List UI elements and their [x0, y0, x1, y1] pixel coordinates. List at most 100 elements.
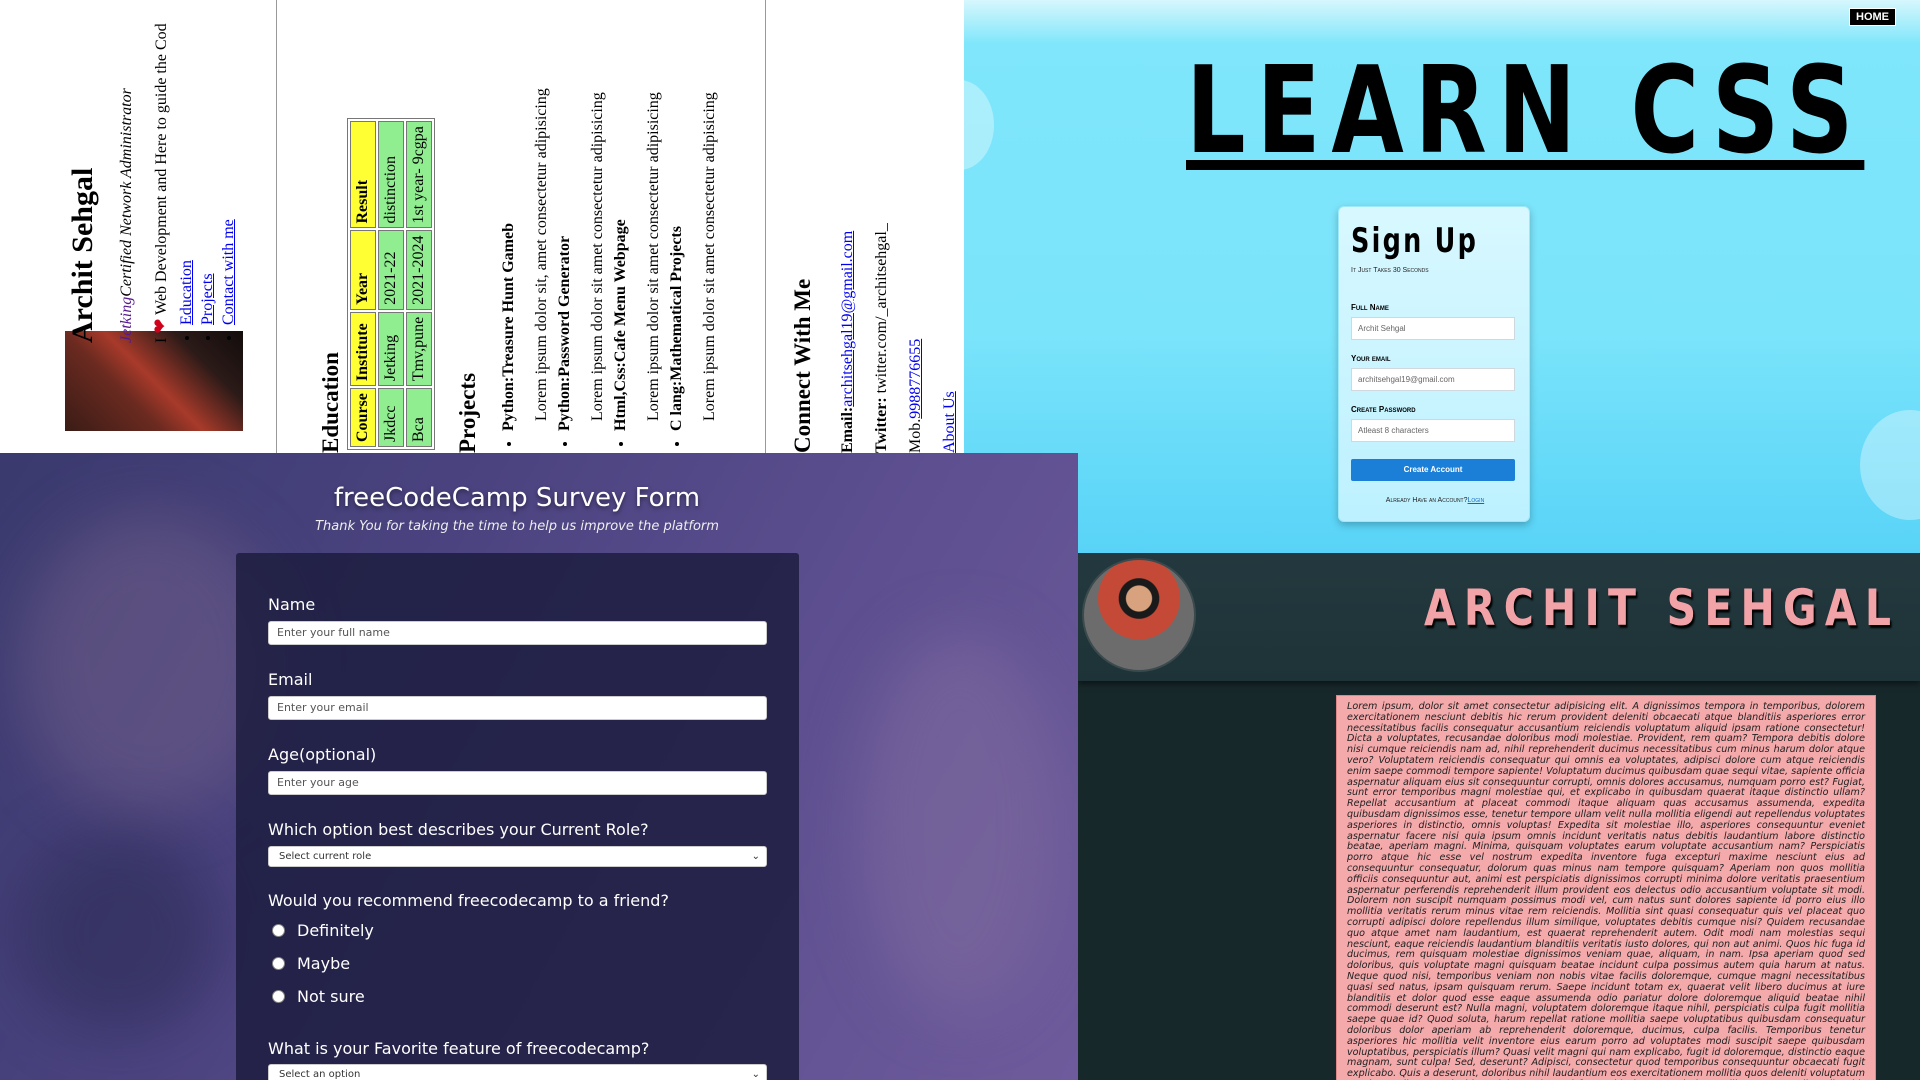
- email-input[interactable]: Enter your email: [268, 696, 767, 720]
- radio-icon: [272, 957, 285, 970]
- signup-title: Sign Up: [1351, 221, 1479, 261]
- radio-label: Definitely: [297, 921, 374, 940]
- name-input[interactable]: Enter your full name: [268, 621, 767, 645]
- login-link[interactable]: Login: [1468, 497, 1485, 504]
- profile-photo: [65, 331, 243, 431]
- twitter-label: Twitter:: [873, 397, 890, 453]
- table-header: Result: [350, 121, 376, 229]
- education-heading: Education: [318, 352, 343, 453]
- password-field[interactable]: Atleast 8 characters: [1351, 419, 1515, 442]
- home-button[interactable]: HOME: [1849, 8, 1896, 26]
- survey-form: Name Enter your full name Email Enter yo…: [236, 553, 799, 1080]
- decorative-circle: [1860, 410, 1920, 520]
- mob-link[interactable]: 9988776655: [907, 339, 924, 419]
- signup-subtitle: It Just Takes 30 Seconds: [1351, 267, 1429, 274]
- table-row: Jkdcc Jetking 2021-22 distinction: [378, 121, 404, 447]
- email-label: Your email: [1351, 354, 1391, 363]
- resume-tagline: I ❤ Web Development and Here to guide th…: [150, 23, 171, 343]
- table-cell: Jkdcc: [378, 388, 404, 447]
- table-cell: 1st year- 9cgpa: [406, 121, 432, 229]
- project-title: Html,Css:Cafe Menu Webpage: [612, 219, 629, 431]
- project-desc: Lorem ipsum dolor sit amet consectetur a…: [645, 92, 662, 421]
- profile-name: ARCHIT SEHGAL: [1424, 579, 1900, 637]
- profile-text-box: Lorem ipsum, dolor sit amet consectetur …: [1336, 695, 1876, 1080]
- mob-label: Mob.: [907, 418, 924, 453]
- background-shape: [20, 833, 220, 1033]
- chevron-down-icon: ⌄: [751, 1069, 760, 1080]
- nav-contact-link[interactable]: Contact with me: [220, 219, 237, 325]
- projects-heading: Projects: [455, 372, 480, 453]
- list-item: Python:Password Generator Lorem ipsum dol…: [556, 88, 612, 431]
- list-item: Python:Treasure Hunt Gameb Lorem ipsum do…: [500, 88, 556, 431]
- profile-header: ARCHIT SEHGAL: [1078, 553, 1920, 681]
- background-shape: [860, 633, 1060, 1013]
- heart-icon: ❤: [150, 318, 170, 334]
- survey-description: Thank You for taking the time to help us…: [315, 519, 719, 534]
- table-cell: Bca: [406, 388, 432, 447]
- login-prompt-text: Already Have an Account?: [1385, 497, 1468, 504]
- table-header: Year: [350, 230, 376, 310]
- name-label: Name: [268, 595, 316, 614]
- profile-panel: ARCHIT SEHGAL Lorem ipsum, dolor sit ame…: [1078, 553, 1920, 1080]
- radio-definitely[interactable]: Definitely: [272, 921, 374, 940]
- feature-dropdown[interactable]: Select an option ⌄: [268, 1064, 767, 1080]
- table-header: Course: [350, 388, 376, 447]
- email-link[interactable]: architsehgal19@gmail.com: [839, 231, 856, 407]
- table-cell: Jetking: [378, 311, 404, 387]
- email-label: Email:: [839, 406, 856, 453]
- list-item: C lang:Mathematical Projects Lorem ipsum …: [668, 88, 724, 431]
- avatar: [1082, 558, 1196, 672]
- resume-role: JetkingCertified Network Administrator: [118, 88, 136, 343]
- radio-label: Maybe: [297, 954, 351, 973]
- table-cell: 2021-22: [378, 230, 404, 310]
- nav-education-link[interactable]: Education: [178, 260, 195, 325]
- feature-selected: Select an option: [279, 1069, 361, 1080]
- table-header: Institute: [350, 311, 376, 387]
- project-desc: Lorem ipsum dolor sit amet consectetur a…: [589, 92, 606, 421]
- project-title: Python:Treasure Hunt Gameb: [500, 222, 517, 431]
- list-item: Html,Css:Cafe Menu Webpage Lorem ipsum do…: [612, 88, 668, 431]
- table-header-row: Course Institute Year Result: [350, 121, 376, 447]
- recommend-label: Would you recommend freecodecamp to a fr…: [268, 891, 669, 910]
- education-table: Course Institute Year Result Jkdcc Jetki…: [347, 118, 435, 450]
- create-account-button[interactable]: Create Account: [1351, 459, 1515, 481]
- contact-section: Email:architsehgal19@gmail.com Twitter: …: [835, 223, 964, 453]
- project-title: Python:Password Generator: [556, 235, 573, 431]
- learn-css-panel: HOME LEARN CSS Sign Up It Just Takes 30 …: [964, 0, 1920, 553]
- password-label: Create Password: [1351, 405, 1416, 414]
- learn-css-title: LEARN CSS: [1186, 42, 1865, 181]
- login-prompt: Already Have an Account?Login: [1339, 497, 1531, 504]
- role-text: Certified Network Administrator: [118, 88, 135, 297]
- full-name-label: Full Name: [1351, 303, 1389, 312]
- resume-nav: Education Projects Contact with me: [178, 219, 241, 345]
- tag-prefix: I: [153, 337, 170, 343]
- contact-heading: Connect With Me: [790, 278, 815, 453]
- table-cell: Tmv,pune: [406, 311, 432, 387]
- nav-projects-link[interactable]: Projects: [199, 273, 216, 325]
- age-label: Age(optional): [268, 745, 377, 764]
- table-cell: distinction: [378, 121, 404, 229]
- about-us-link[interactable]: About Us: [941, 391, 958, 453]
- age-input[interactable]: Enter your age: [268, 771, 767, 795]
- jetking-link[interactable]: Jetking: [118, 297, 135, 343]
- divider: [765, 0, 766, 453]
- radio-icon: [272, 924, 285, 937]
- survey-panel: freeCodeCamp Survey Form Thank You for t…: [0, 453, 1078, 1080]
- project-desc: Lorem ipsum dolor sit, amet consectetur …: [533, 88, 550, 421]
- radio-maybe[interactable]: Maybe: [272, 954, 350, 973]
- radio-not-sure[interactable]: Not sure: [272, 987, 365, 1006]
- role-selected: Select current role: [279, 851, 372, 862]
- twitter-handle: twitter.com/_architsehgal_: [873, 223, 890, 394]
- radio-label: Not sure: [297, 987, 365, 1006]
- decorative-circle: [964, 80, 994, 170]
- tagline-text: Web Development and Here to guide the Co…: [153, 23, 170, 315]
- signup-card: Sign Up It Just Takes 30 Seconds Full Na…: [1338, 206, 1530, 522]
- divider: [276, 0, 277, 453]
- survey-title: freeCodeCamp Survey Form: [333, 483, 701, 513]
- email-field[interactable]: architsehgal19@gmail.com: [1351, 368, 1515, 391]
- radio-icon: [272, 990, 285, 1003]
- role-dropdown[interactable]: Select current role ⌄: [268, 846, 767, 867]
- full-name-field[interactable]: Archit Sehgal: [1351, 317, 1515, 340]
- project-desc: Lorem ipsum dolor sit amet consectetur a…: [701, 92, 718, 421]
- resume-name: Archit Sehgal: [66, 167, 99, 343]
